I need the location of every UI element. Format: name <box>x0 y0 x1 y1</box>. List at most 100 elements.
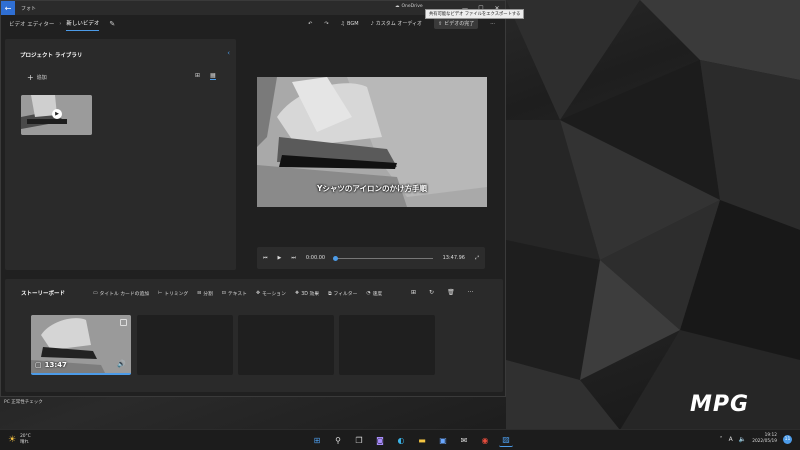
add-media-button[interactable]: + 追加 <box>27 73 47 82</box>
project-library-panel: プロジェクト ライブラリ ‹ + 追加 ⊞ ▦ ▶ <box>5 39 236 270</box>
app-title: フォト <box>21 5 37 12</box>
text-icon: ⊡ <box>221 291 226 296</box>
breadcrumb-project-name[interactable]: 新しいビデオ <box>66 19 100 31</box>
search-icon[interactable]: ⚲ <box>331 433 345 447</box>
notification-badge[interactable]: 11 <box>783 434 792 444</box>
bgm-button[interactable]: ♫ BGM <box>341 21 359 27</box>
empty-storyboard-slot[interactable] <box>137 315 233 375</box>
more-options-icon[interactable]: ··· <box>468 289 474 296</box>
custom-audio-button[interactable]: ♪ カスタム オーディオ <box>371 20 422 28</box>
grid-small-view-icon[interactable]: ▦ <box>210 72 216 80</box>
title-card-icon: ▭ <box>93 291 98 296</box>
add-title-card-button[interactable]: ▭ タイトル カードの追加 <box>93 290 149 297</box>
grid-large-view-icon[interactable]: ⊞ <box>195 72 200 80</box>
playback-controls: ⏮ ▶ ⏭ 0:00.00 13:47.96 ⤢ <box>257 247 485 269</box>
storyboard-panel: ストーリーボード ▭ タイトル カードの追加 ⊢ トリミング ⊟ 分割 ⊡ テキスト ✥… <box>5 279 503 392</box>
fullscreen-icon[interactable]: ⤢ <box>475 255 479 261</box>
storyboard-tools: ▭ タイトル カードの追加 ⊢ トリミング ⊟ 分割 ⊡ テキスト ✥ モーション ❖ 3D… <box>93 290 382 297</box>
text-button[interactable]: ⊡ テキスト <box>222 290 247 297</box>
desktop-shortcut-label[interactable]: PC 正常性チェック <box>4 399 43 405</box>
3d-effects-button[interactable]: ❖ 3D 効果 <box>295 290 319 297</box>
chrome-icon[interactable]: ◉ <box>478 433 492 447</box>
photos-app-icon[interactable]: ▨ <box>499 433 513 447</box>
skip-back-icon[interactable]: ⏮ <box>263 255 268 261</box>
seek-thumb[interactable] <box>333 255 339 261</box>
sun-icon: ☀ <box>8 434 17 445</box>
title-bar: ← フォト ☁ OneDrive — ☐ ✕ 共有可能なビデオ ファイルをエクス… <box>1 1 525 19</box>
chevron-up-icon[interactable]: ˄ <box>720 436 723 443</box>
more-options-icon[interactable]: ··· <box>490 21 495 27</box>
weather-widget[interactable]: ☀ 20°C 晴れ <box>8 434 31 445</box>
edge-icon[interactable]: ◐ <box>394 433 408 447</box>
start-icon[interactable]: ⊞ <box>310 433 324 447</box>
storyboard-clip[interactable]: ▢ 13:47 🔊 <box>31 315 131 375</box>
speed-icon: ◔ <box>366 291 371 296</box>
motion-icon: ✥ <box>255 291 260 296</box>
back-button[interactable]: ← <box>1 1 15 15</box>
music-icon: ♫ <box>340 20 346 27</box>
clock[interactable]: 19:12 2022/05/19 <box>752 433 777 445</box>
trim-button[interactable]: ⊢ トリミング <box>158 290 188 297</box>
speed-button[interactable]: ◔ 速度 <box>366 290 382 297</box>
clock-date: 2022/05/19 <box>752 439 777 444</box>
clip-type-icon: ▢ <box>35 361 42 369</box>
current-time: 0:00.00 <box>305 255 326 261</box>
plus-icon: + <box>27 73 34 82</box>
taskbar: ☀ 20°C 晴れ ⊞ ⚲ ❐ ◙ ◐ ▬ ▣ ✉ ◉ ▨ ˄ A 🔈 19:1… <box>0 429 800 450</box>
finish-video-button[interactable]: ⇪ ビデオの完了 <box>434 18 479 29</box>
breadcrumb-video-editor[interactable]: ビデオ エディター <box>9 20 54 28</box>
3d-effects-label: 3D 効果 <box>301 292 320 297</box>
video-preview[interactable]: Yシャツのアイロンのかけ方手順 <box>257 77 487 207</box>
clip-select-checkbox[interactable] <box>120 319 127 326</box>
crop-icon[interactable]: ⊞ <box>411 289 416 296</box>
redo-icon[interactable]: ↷ <box>324 21 328 27</box>
pencil-icon[interactable]: ✎ <box>109 20 115 28</box>
editor-toolbar: ↶ ↷ ♫ BGM ♪ カスタム オーディオ ⇪ ビデオの完了 ··· <box>308 18 495 29</box>
ime-indicator[interactable]: A <box>729 436 733 443</box>
photos-app-window: ← フォト ☁ OneDrive — ☐ ✕ 共有可能なビデオ ファイルをエクス… <box>0 0 525 397</box>
finish-video-label: ビデオの完了 <box>444 21 475 27</box>
rotate-icon[interactable]: ↻ <box>429 289 434 296</box>
empty-storyboard-slot[interactable] <box>238 315 334 375</box>
play-button[interactable]: ▶ <box>278 255 282 261</box>
onedrive-label: OneDrive <box>401 4 423 9</box>
teams-chat-icon[interactable]: ◙ <box>373 433 387 447</box>
library-video-thumbnail[interactable]: ▶ <box>21 95 92 135</box>
filters-label: フィルター <box>333 292 358 297</box>
motion-button[interactable]: ✥ モーション <box>256 290 286 297</box>
speed-label: 速度 <box>372 292 383 297</box>
cloud-icon: ☁ <box>395 4 400 9</box>
task-view-icon[interactable]: ❐ <box>352 433 366 447</box>
seek-bar[interactable] <box>333 255 433 261</box>
skip-forward-icon[interactable]: ⏭ <box>291 255 296 261</box>
system-tray: ˄ A 🔈 19:12 2022/05/19 11 <box>720 433 792 445</box>
trim-icon: ⊢ <box>158 291 163 296</box>
speaker-icon[interactable]: 🔈 <box>739 436 746 443</box>
taskbar-apps: ⊞ ⚲ ❐ ◙ ◐ ▬ ▣ ✉ ◉ ▨ <box>310 433 513 447</box>
3d-effects-icon: ❖ <box>294 291 300 296</box>
text-label: テキスト <box>227 292 247 297</box>
delete-icon[interactable]: 🗑 <box>447 289 455 296</box>
volume-icon[interactable]: 🔊 <box>117 360 126 368</box>
mail-icon[interactable]: ✉ <box>457 433 471 447</box>
filter-icon: ⧉ <box>328 291 332 297</box>
clip-duration: ▢ 13:47 <box>35 361 67 369</box>
export-icon: ⇪ <box>438 20 443 27</box>
filters-button[interactable]: ⧉ フィルター <box>328 290 358 298</box>
store-icon[interactable]: ▣ <box>436 433 450 447</box>
bgm-label: BGM <box>347 20 359 27</box>
empty-storyboard-slot[interactable] <box>339 315 435 375</box>
file-explorer-icon[interactable]: ▬ <box>415 433 429 447</box>
split-label: 分割 <box>203 292 213 297</box>
undo-icon[interactable]: ↶ <box>308 21 312 27</box>
split-button[interactable]: ⊟ 分割 <box>197 290 213 297</box>
onedrive-status[interactable]: ☁ OneDrive <box>395 4 423 9</box>
add-label: 追加 <box>36 75 47 81</box>
add-title-card-label: タイトル カードの追加 <box>99 292 150 297</box>
motion-label: モーション <box>261 292 286 297</box>
library-title: プロジェクト ライブラリ <box>20 53 83 59</box>
storyboard-title: ストーリーボード <box>21 291 66 297</box>
clip-duration-label: 13:47 <box>44 361 67 369</box>
storyboard-actions: ⊞ ↻ 🗑 ··· <box>411 289 473 296</box>
collapse-panel-icon[interactable]: ‹ <box>227 49 230 57</box>
